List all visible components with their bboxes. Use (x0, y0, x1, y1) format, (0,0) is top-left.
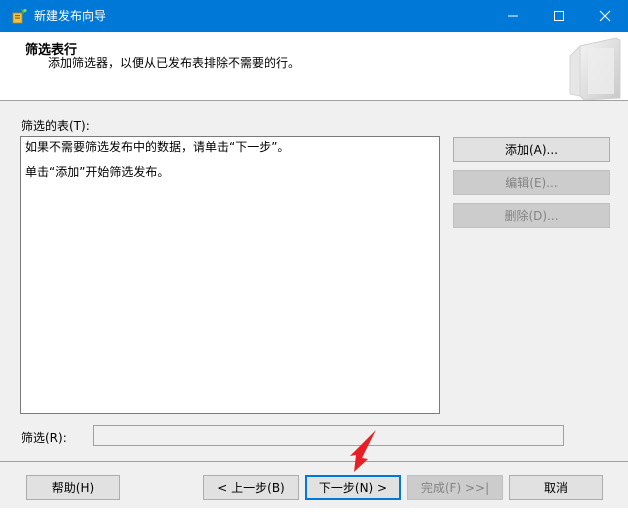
add-button[interactable]: 添加(A)... (453, 137, 610, 162)
wizard-header: 筛选表行 添加筛选器，以便从已发布表排除不需要的行。 (0, 32, 628, 101)
maximize-button[interactable] (536, 0, 582, 32)
minimize-icon (508, 15, 518, 17)
finish-button[interactable]: 完成(F) >>| (407, 475, 503, 500)
page-subtitle: 添加筛选器，以便从已发布表排除不需要的行。 (48, 56, 301, 70)
filter-label: 筛选(R): (21, 431, 67, 445)
close-button[interactable] (582, 0, 628, 32)
title-bar[interactable]: 新建发布向导 (0, 0, 628, 32)
help-button[interactable]: 帮助(H) (26, 475, 120, 500)
wizard-graphic-icon (569, 37, 621, 100)
wizard-app-icon (12, 8, 27, 24)
list-info-line: 单击“添加”开始筛选发布。 (25, 165, 170, 179)
list-info-line: 如果不需要筛选发布中的数据，请单击“下一步”。 (25, 140, 290, 154)
annotation-arrow-icon (350, 430, 376, 472)
filtered-tables-label: 筛选的表(T): (21, 119, 90, 133)
minimize-button[interactable] (490, 0, 536, 32)
cancel-button[interactable]: 取消 (509, 475, 603, 500)
filtered-tables-list[interactable]: 如果不需要筛选发布中的数据，请单击“下一步”。 单击“添加”开始筛选发布。 (20, 136, 440, 414)
new-publication-wizard-window: 新建发布向导 筛选表行 添加筛选器，以便从已发布表排除不需要的行。 筛选的表(T… (0, 0, 628, 516)
filter-text-field[interactable] (93, 425, 564, 446)
next-button[interactable]: 下一步(N) > (305, 475, 401, 500)
background-strip (0, 508, 628, 516)
edit-button[interactable]: 编辑(E)... (453, 170, 610, 195)
delete-button[interactable]: 删除(D)... (453, 203, 610, 228)
close-icon (599, 10, 611, 22)
window-title: 新建发布向导 (34, 9, 107, 23)
maximize-icon (554, 11, 564, 21)
footer-divider (0, 461, 628, 462)
back-button[interactable]: < 上一步(B) (203, 475, 299, 500)
